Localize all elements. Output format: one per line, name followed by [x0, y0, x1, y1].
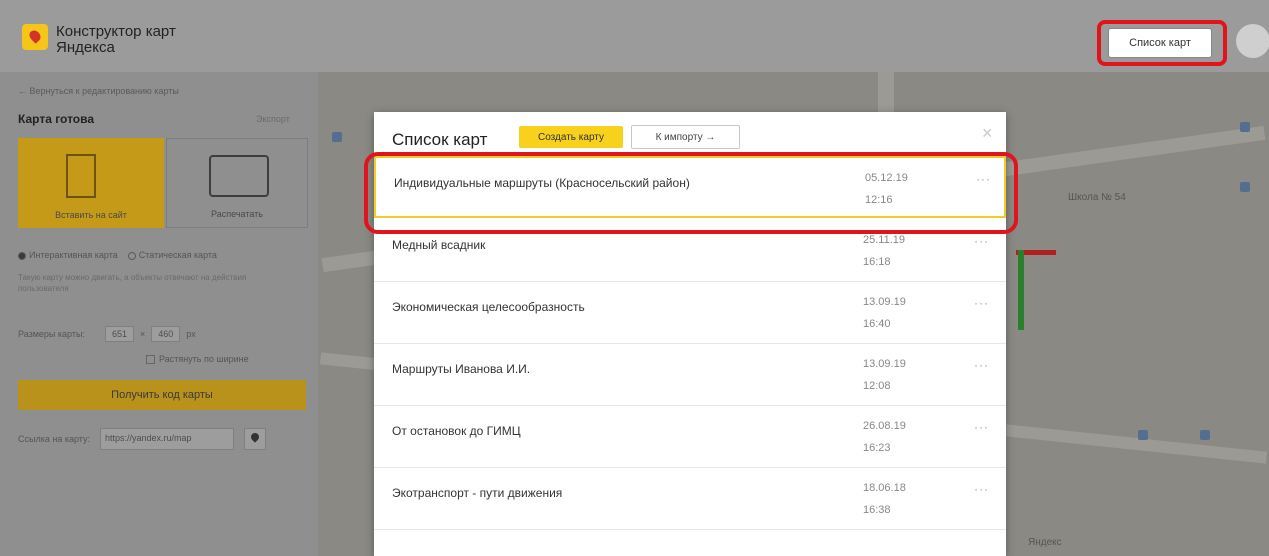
- map-time: 16:18: [863, 256, 891, 268]
- map-type-note: Такую карту можно двигать, а объекты отв…: [18, 273, 247, 293]
- radio-selected-icon: [18, 251, 26, 260]
- map-link-input[interactable]: https://yandex.ru/map: [100, 428, 235, 450]
- printer-icon: [209, 155, 269, 197]
- import-button[interactable]: К импорту →: [631, 125, 740, 149]
- more-menu-icon[interactable]: ···: [974, 482, 989, 496]
- static-map-radio[interactable]: Статическая карта: [127, 250, 217, 260]
- map-size-row: Размеры карты: 651 × 460 px: [18, 326, 196, 342]
- map-size-label: Размеры карты:: [18, 329, 85, 339]
- static-map-label: Статическая карта: [138, 250, 217, 260]
- embed-label: Вставить на сайт: [55, 210, 127, 220]
- map-date: 13.09.19: [863, 358, 906, 370]
- checkbox-icon: [146, 355, 155, 365]
- map-time: 16:40: [863, 318, 891, 330]
- print-card[interactable]: Распечатать: [166, 138, 308, 228]
- px-unit: px: [186, 329, 196, 339]
- poi-icon: [1138, 430, 1148, 440]
- map-name: От остановок до ГИМЦ: [392, 424, 521, 438]
- list-item[interactable]: От остановок до ГИМЦ 26.08.19 16:23 ···: [374, 406, 1006, 468]
- export-link[interactable]: Экспорт: [256, 114, 290, 124]
- brand-title[interactable]: Конструктор карт Яндекса: [56, 24, 176, 56]
- poi-icon: [1240, 122, 1250, 132]
- list-item[interactable]: Маршруты Иванова И.И. 13.09.19 12:08 ···: [374, 344, 1006, 406]
- sidebar-title: Карта готова: [18, 112, 95, 126]
- more-menu-icon[interactable]: ···: [974, 420, 989, 434]
- map-name: Медный всадник: [392, 238, 486, 252]
- stretch-label: Растянуть по ширине: [159, 354, 249, 364]
- highlight-frame-first-row: [364, 152, 1018, 234]
- map-name: Маршруты Иванова И.И.: [392, 362, 531, 376]
- more-menu-icon[interactable]: ···: [974, 296, 989, 310]
- get-map-code-button[interactable]: Получить код карты: [18, 380, 306, 410]
- radio-empty-icon: [127, 251, 136, 260]
- map-name: Экотранспорт - пути движения: [392, 486, 563, 500]
- top-bar: Конструктор карт Яндекса Список карт: [0, 0, 1269, 72]
- embed-icon: [66, 154, 96, 198]
- map-date: 13.09.19: [863, 296, 906, 308]
- print-label: Распечатать: [211, 209, 263, 219]
- map-type-radio-group: Интерактивная карта Статическая карта: [18, 250, 217, 260]
- more-menu-icon[interactable]: ···: [974, 358, 989, 372]
- map-label-yandex: Яндекс: [1028, 537, 1062, 548]
- map-date: 25.11.19: [863, 234, 906, 246]
- create-map-button[interactable]: Создать карту: [519, 126, 623, 148]
- brand-line-1: Конструктор карт: [56, 23, 176, 40]
- map-link-label: Ссылка на карту:: [18, 434, 91, 444]
- map-height-input[interactable]: 460: [151, 326, 181, 342]
- map-time: 12:08: [863, 380, 891, 392]
- modal-title: Список карт: [392, 130, 488, 149]
- back-to-edit-link[interactable]: ← Вернуться к редактированию карты: [18, 86, 179, 96]
- map-link-row: Ссылка на карту: https://yandex.ru/map: [18, 428, 267, 450]
- close-icon[interactable]: ×: [982, 124, 993, 142]
- poi-icon: [1240, 182, 1250, 192]
- map-time: 16:23: [863, 442, 891, 454]
- embed-on-site-card[interactable]: Вставить на сайт: [18, 138, 164, 228]
- list-item[interactable]: Экотранспорт - пути движения 18.06.18 16…: [374, 468, 1006, 530]
- brand-line-2: Яндекса: [56, 39, 115, 56]
- map-label-school: Школа № 54: [1068, 192, 1126, 203]
- yandex-logo-icon[interactable]: [22, 24, 48, 50]
- poi-icon: [332, 132, 342, 142]
- map-date: 26.08.19: [863, 420, 906, 432]
- times-sign: ×: [139, 329, 146, 339]
- interactive-map-radio[interactable]: Интерактивная карта: [18, 250, 118, 260]
- highlight-frame-map-list-button: [1097, 20, 1227, 66]
- poi-icon: [1200, 430, 1210, 440]
- location-pin-icon[interactable]: [244, 428, 267, 450]
- map-name: Экономическая целесообразность: [392, 300, 585, 314]
- list-item[interactable]: Экономическая целесообразность 13.09.19 …: [374, 282, 1006, 344]
- avatar[interactable]: [1236, 24, 1269, 58]
- map-time: 16:38: [863, 504, 891, 516]
- stretch-checkbox[interactable]: Растянуть по ширине: [146, 354, 249, 365]
- sidebar: ← Вернуться к редактированию карты Карта…: [0, 72, 318, 556]
- route-line-green: [1018, 250, 1024, 330]
- more-menu-icon[interactable]: ···: [974, 234, 989, 248]
- map-date: 18.06.18: [863, 482, 906, 494]
- interactive-map-label: Интерактивная карта: [29, 250, 118, 260]
- map-width-input[interactable]: 651: [104, 326, 134, 342]
